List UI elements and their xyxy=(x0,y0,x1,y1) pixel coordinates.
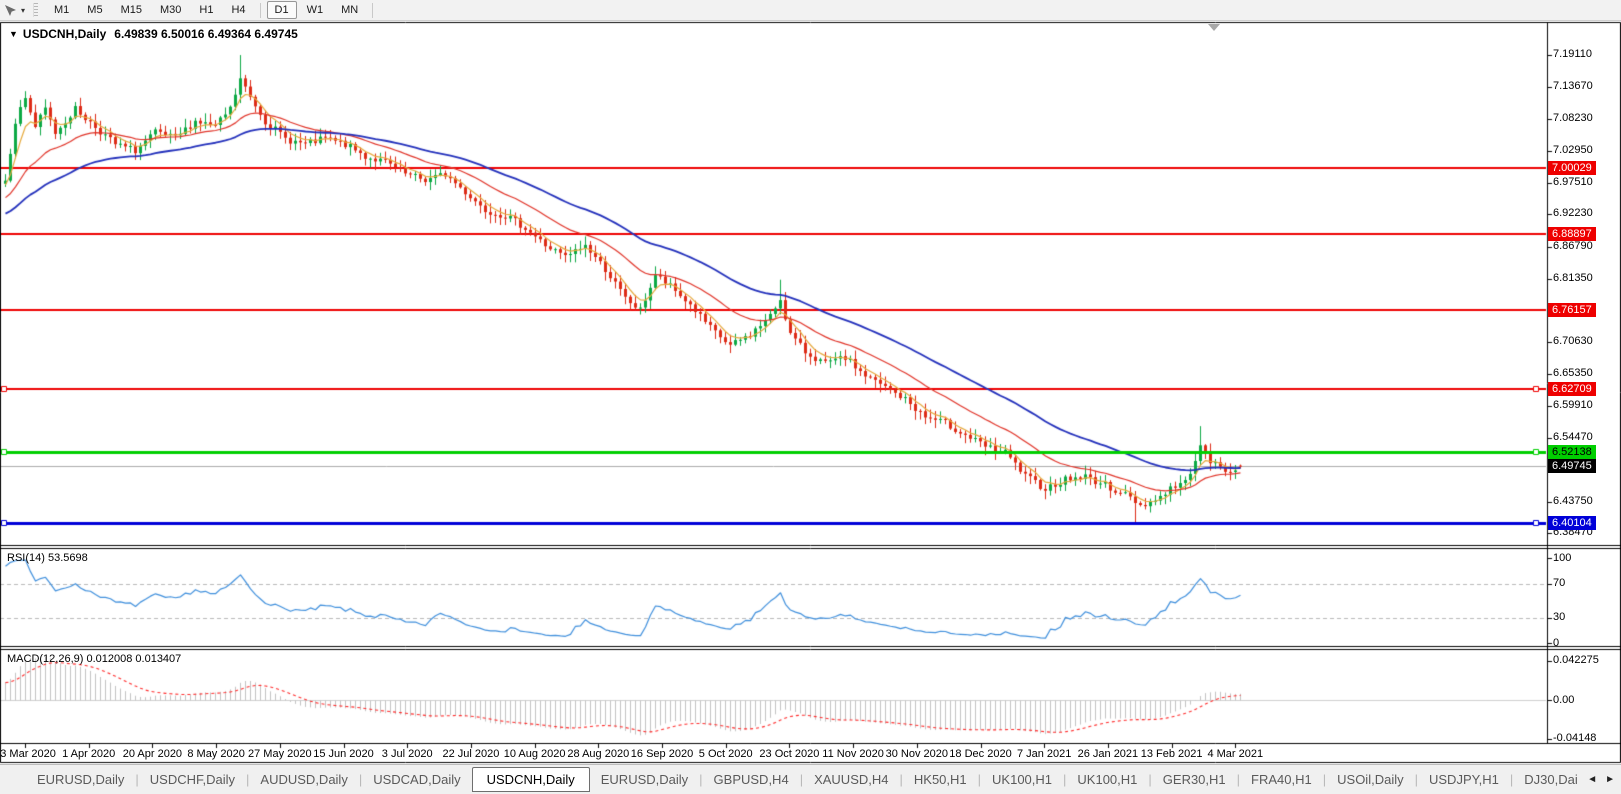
price-axis-tick: 6.59910 xyxy=(1553,398,1593,411)
symbol-tab[interactable]: XAUUSD,H4 xyxy=(803,767,899,792)
price-axis-tick: 6.70630 xyxy=(1553,335,1593,348)
time-axis-label: 11 Nov 2020 xyxy=(822,748,884,760)
price-axis-tick: 7.19110 xyxy=(1553,48,1592,60)
timeframe-h1-button[interactable]: H1 xyxy=(191,1,221,19)
symbol-tab[interactable]: UK100,H1 xyxy=(1066,767,1148,792)
price-line-label: 6.52138 xyxy=(1548,444,1596,459)
timeframe-h4-button[interactable]: H4 xyxy=(223,1,253,19)
time-axis-label: 3 Jul 2020 xyxy=(381,748,433,760)
tool-dropdown-caret-icon[interactable]: ▾ xyxy=(21,6,25,15)
tab-scroll-right-icon[interactable]: ► xyxy=(1605,774,1615,785)
time-axis-label: 18 Dec 2020 xyxy=(949,748,1012,760)
time-axis-label: 22 Jul 2020 xyxy=(442,748,500,760)
time-axis-label: 16 Sep 2020 xyxy=(630,748,694,760)
rsi-axis-tick: 100 xyxy=(1553,551,1572,564)
price-axis-tick: 6.81350 xyxy=(1553,271,1593,284)
symbol-tab[interactable]: HK50,H1 xyxy=(903,767,978,792)
macd-indicator-label: MACD(12,26,9) 0.012008 0.013407 xyxy=(7,653,182,665)
symbol-tab[interactable]: EURUSD,Daily xyxy=(26,767,135,792)
symbol-tab[interactable]: AUDUSD,Daily xyxy=(249,767,358,792)
price-axis-tick: 6.97510 xyxy=(1553,176,1593,189)
time-axis-label: 13 Mar 2020 xyxy=(0,748,56,760)
time-axis-label: 26 Jan 2021 xyxy=(1077,748,1139,760)
collapse-caret-icon[interactable]: ▼ xyxy=(9,29,18,39)
timeframe-m5-button[interactable]: M5 xyxy=(79,1,110,19)
time-axis-label: 8 May 2020 xyxy=(187,748,245,760)
symbol-tab[interactable]: USDCHF,Daily xyxy=(139,767,246,792)
chart-shift-marker-icon[interactable] xyxy=(1208,24,1220,31)
symbol-tab[interactable]: USDJPY,H1 xyxy=(1418,767,1510,792)
price-axis-tick: 6.43750 xyxy=(1553,494,1593,507)
timeframe-m30-button[interactable]: M30 xyxy=(152,1,189,19)
price-axis-tick: 7.08230 xyxy=(1553,112,1593,125)
price-line-label: 6.40104 xyxy=(1548,516,1596,531)
time-axis-label: 27 May 2020 xyxy=(247,748,312,760)
rsi-axis-tick: 30 xyxy=(1553,611,1566,623)
price-chart-canvas[interactable] xyxy=(0,0,1621,794)
symbol-tab[interactable]: FRA40,H1 xyxy=(1240,767,1323,792)
macd-axis-tick: 0.00 xyxy=(1553,693,1575,706)
time-axis-label: 4 Mar 2021 xyxy=(1207,748,1264,760)
time-axis-label: 13 Feb 2021 xyxy=(1140,748,1203,760)
price-line-label: 6.76157 xyxy=(1548,302,1596,317)
price-line-label: 6.49745 xyxy=(1548,459,1596,474)
time-axis-label: 28 Aug 2020 xyxy=(567,748,630,760)
price-axis-tick: 6.92230 xyxy=(1553,207,1593,220)
time-axis-label: 5 Oct 2020 xyxy=(698,748,753,760)
symbol-tab[interactable]: GBPUSD,H4 xyxy=(703,767,800,792)
time-axis-label: 20 Apr 2020 xyxy=(122,748,183,760)
symbol-tab[interactable]: USOil,Daily xyxy=(1326,767,1414,792)
toolbar-separator xyxy=(372,2,374,18)
price-axis-tick: 7.13670 xyxy=(1553,80,1593,93)
price-axis-tick: 7.02950 xyxy=(1553,143,1593,156)
macd-axis-tick: 0.042275 xyxy=(1553,654,1599,667)
symbol-tab[interactable]: EURUSD,Daily xyxy=(590,767,699,792)
rsi-indicator-label: RSI(14) 53.5698 xyxy=(7,552,88,564)
price-axis-tick: 6.54470 xyxy=(1553,431,1593,444)
chart-legend: ▼ USDCNH,Daily 6.49839 6.50016 6.49364 6.4… xyxy=(9,27,298,41)
time-axis-label: 23 Oct 2020 xyxy=(759,748,820,760)
symbol-tab-bar: EURUSD,Daily | USDCHF,Daily | AUDUSD,Daily | U… xyxy=(0,764,1621,794)
time-axis-label: 1 Apr 2020 xyxy=(62,748,116,760)
timeframe-mn-button[interactable]: MN xyxy=(333,1,366,19)
macd-axis-tick: -0.04148 xyxy=(1553,732,1597,745)
timeframe-m1-button[interactable]: M1 xyxy=(46,1,77,19)
toolbar-separator xyxy=(259,2,261,18)
crosshair-tool-icon[interactable] xyxy=(4,4,17,17)
rsi-axis-tick: 0 xyxy=(1553,636,1560,649)
symbol-tab[interactable]: GER30,H1 xyxy=(1152,767,1237,792)
price-line-label: 6.62709 xyxy=(1548,382,1596,397)
mt4-terminal: { "icons": { "collapse_caret": "▼", "too… xyxy=(0,0,1621,794)
time-axis-label: 7 Jan 2021 xyxy=(1016,748,1072,760)
time-axis-label: 30 Nov 2020 xyxy=(885,748,948,760)
price-axis-tick: 6.86790 xyxy=(1553,239,1593,252)
symbol-tab[interactable]: UK100,H1 xyxy=(981,767,1063,792)
price-axis-tick: 6.65350 xyxy=(1553,366,1593,379)
symbol-tab-active[interactable]: USDCNH,Daily xyxy=(471,767,590,792)
symbol-tab[interactable]: USDCAD,Daily xyxy=(362,767,471,792)
chart-ohlc-values: 6.49839 6.50016 6.49364 6.49745 xyxy=(114,27,298,41)
price-line-label: 7.00029 xyxy=(1548,161,1596,176)
rsi-axis-tick: 70 xyxy=(1553,577,1566,589)
tab-scroll-arrows: ◄ ► xyxy=(1577,765,1621,793)
time-axis-label: 10 Aug 2020 xyxy=(503,748,566,760)
timeframe-m15-button[interactable]: M15 xyxy=(113,1,150,19)
time-axis-label: 15 Jun 2020 xyxy=(313,748,374,760)
tab-scroll-left-icon[interactable]: ◄ xyxy=(1587,774,1597,785)
timeframe-w1-button[interactable]: W1 xyxy=(299,1,332,19)
timeframe-toolbar: ▾ M1 M5 M15 M30 H1 H4 D1 W1 MN xyxy=(0,0,1621,21)
chart-symbol-period: USDCNH,Daily xyxy=(22,27,107,41)
timeframe-d1-button[interactable]: D1 xyxy=(266,1,297,19)
price-line-label: 6.88897 xyxy=(1548,227,1596,242)
toolbar-grip[interactable] xyxy=(33,3,39,17)
